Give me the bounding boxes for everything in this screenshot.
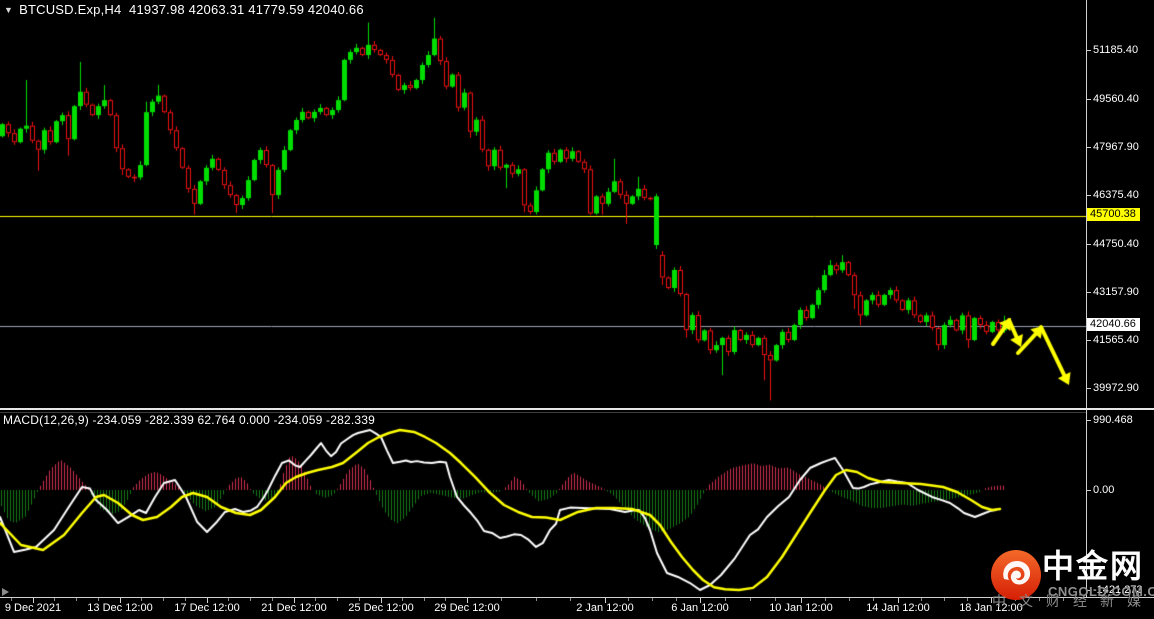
date-tick-label: 29 Dec 12:00	[434, 602, 500, 614]
date-minor-tick	[628, 598, 629, 601]
quote-ohlc-values: 41937.98 42063.31 41779.59 42040.66	[129, 2, 364, 17]
date-minor-tick	[315, 598, 316, 601]
date-minor-tick	[424, 598, 425, 601]
macd-tick-mark	[1086, 490, 1091, 491]
macd-name: MACD(12,26,9)	[3, 413, 89, 427]
date-minor-tick	[185, 598, 186, 601]
watermark-text: 中文财经新媒体	[992, 593, 1154, 609]
date-minor-tick	[228, 598, 229, 601]
date-minor-tick	[250, 598, 251, 601]
price-tick-mark	[1086, 244, 1091, 245]
chart-shift-icon[interactable]	[2, 588, 9, 596]
resistance-level-tag: 45700.38	[1087, 208, 1140, 221]
price-tick-mark	[1086, 50, 1091, 51]
date-minor-tick	[652, 598, 653, 601]
date-minor-tick	[825, 598, 826, 601]
price-tick-label: 39972.90	[1093, 382, 1139, 394]
bid-price-tag: 42040.66	[1087, 318, 1140, 331]
macd-indicator-label: MACD(12,26,9) -234.059 -282.339 62.764 0…	[3, 413, 375, 427]
date-minor-tick	[775, 598, 776, 601]
price-tick-label: 46375.40	[1093, 189, 1139, 201]
date-minor-tick	[750, 598, 751, 601]
symbol-dropdown-icon[interactable]: ▼	[4, 5, 13, 15]
mt4-chart-window: ▼ BTCUSD.Exp,H4 41937.98 42063.31 41779.5…	[0, 0, 1154, 619]
macd-tick-label: 990.468	[1093, 414, 1133, 426]
date-tick-label: 9 Dec 2021	[4, 602, 62, 614]
price-tick-mark	[1086, 292, 1091, 293]
price-tick-mark	[1086, 147, 1091, 148]
date-minor-tick	[849, 598, 850, 601]
price-tick-label: 44750.40	[1093, 238, 1139, 250]
price-tick-label: 41565.40	[1093, 334, 1139, 346]
macd-tick-mark	[1086, 420, 1091, 421]
date-minor-tick	[921, 598, 922, 601]
date-tick-label: 13 Dec 12:00	[87, 602, 153, 614]
panel-separator[interactable]	[0, 408, 1154, 410]
price-tick-mark	[1086, 99, 1091, 100]
price-tick-mark	[1086, 340, 1091, 341]
date-minor-tick	[402, 598, 403, 601]
price-axis[interactable]: 51185.40 49560.40 47967.90 46375.40 44750.40…	[1086, 0, 1154, 597]
date-tick-label: 2 Jan 12:00	[576, 602, 634, 614]
price-tick-label: 47967.90	[1093, 141, 1139, 153]
date-minor-tick	[76, 598, 77, 601]
price-tick-mark	[1086, 388, 1091, 389]
symbol-label: BTCUSD.Exp,H4	[19, 2, 122, 17]
date-tick-label: 17 Dec 12:00	[174, 602, 240, 614]
date-minor-tick	[359, 598, 360, 601]
trend-arrows-annotation[interactable]	[985, 310, 1080, 395]
cngold-logo-text: 中金网	[1042, 548, 1145, 584]
date-minor-tick	[98, 598, 99, 601]
date-minor-tick	[141, 598, 142, 601]
date-minor-tick	[725, 598, 726, 601]
price-tick-label: 49560.40	[1093, 93, 1139, 105]
price-tick-label: 43157.90	[1093, 286, 1139, 298]
date-minor-tick	[944, 598, 945, 601]
price-chart-canvas[interactable]	[0, 0, 1086, 405]
date-minor-tick	[272, 598, 273, 601]
date-minor-tick	[967, 598, 968, 601]
date-tick-label: 25 Dec 12:00	[348, 602, 414, 614]
date-tick-label: 10 Jan 12:00	[769, 602, 833, 614]
time-axis[interactable]: 9 Dec 2021 13 Dec 12:00 17 Dec 12:00 21 Dec…	[0, 598, 1154, 619]
date-minor-tick	[445, 598, 446, 601]
date-minor-tick	[676, 598, 677, 601]
date-minor-tick	[11, 598, 12, 601]
date-minor-tick	[501, 598, 502, 601]
date-minor-tick	[873, 598, 874, 601]
symbol-quote-line: ▼ BTCUSD.Exp,H4 41937.98 42063.31 41779.5…	[4, 2, 364, 17]
date-tick-label: 21 Dec 12:00	[261, 602, 327, 614]
date-minor-tick	[536, 598, 537, 601]
macd-indicator-canvas[interactable]	[0, 415, 1086, 597]
price-tick-label: 51185.40	[1093, 44, 1139, 56]
date-tick-label: 14 Jan 12:00	[866, 602, 930, 614]
macd-values: -234.059 -282.339 62.764 0.000 -234.059 …	[92, 413, 376, 427]
date-minor-tick	[570, 598, 571, 601]
macd-tick-label: 0.00	[1093, 484, 1115, 496]
price-tick-mark	[1086, 195, 1091, 196]
date-minor-tick	[337, 598, 338, 601]
date-tick-label: 6 Jan 12:00	[671, 602, 729, 614]
date-minor-tick	[163, 598, 164, 601]
date-minor-tick	[54, 598, 55, 601]
